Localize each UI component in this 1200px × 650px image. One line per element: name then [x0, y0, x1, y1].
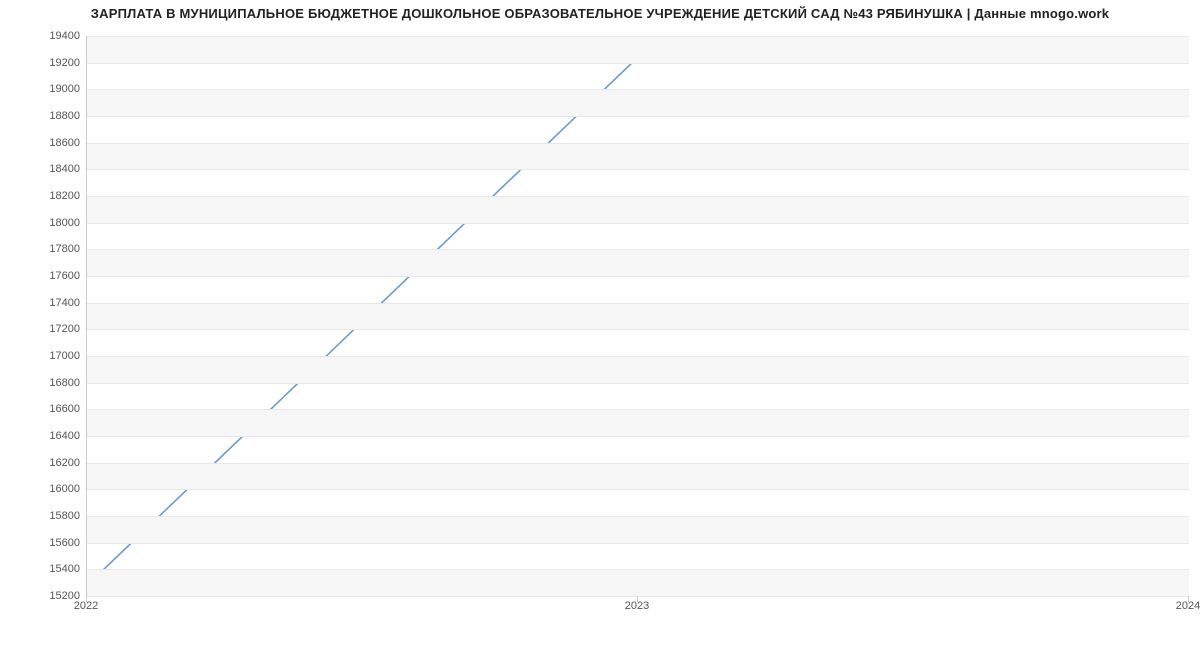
grid-band — [87, 463, 1189, 490]
y-grid-line — [87, 303, 1189, 304]
y-tick-label: 17600 — [10, 270, 80, 282]
grid-band — [87, 196, 1189, 223]
y-grid-line — [87, 276, 1189, 277]
y-tick-label: 15600 — [10, 537, 80, 549]
y-grid-line — [87, 329, 1189, 330]
grid-band — [87, 303, 1189, 330]
y-grid-line — [87, 63, 1189, 64]
y-tick-label: 17200 — [10, 323, 80, 335]
y-tick-label: 18600 — [10, 137, 80, 149]
y-grid-line — [87, 356, 1189, 357]
y-tick-label: 19200 — [10, 57, 80, 69]
grid-band — [87, 89, 1189, 116]
y-tick-label: 18400 — [10, 163, 80, 175]
y-grid-line — [87, 516, 1189, 517]
grid-band — [87, 36, 1189, 63]
y-tick-label: 16600 — [10, 403, 80, 415]
y-tick-label: 17800 — [10, 243, 80, 255]
y-grid-line — [87, 489, 1189, 490]
y-grid-line — [87, 436, 1189, 437]
y-tick-label: 19000 — [10, 83, 80, 95]
y-tick-label: 17000 — [10, 350, 80, 362]
y-tick-label: 18000 — [10, 217, 80, 229]
y-grid-line — [87, 569, 1189, 570]
y-tick-label: 15400 — [10, 563, 80, 575]
grid-band — [87, 409, 1189, 436]
y-grid-line — [87, 89, 1189, 90]
grid-band — [87, 249, 1189, 276]
y-tick-label: 15200 — [10, 590, 80, 602]
salary-line-chart: ЗАРПЛАТА В МУНИЦИПАЛЬНОЕ БЮДЖЕТНОЕ ДОШКО… — [0, 0, 1200, 650]
y-tick-label: 16400 — [10, 430, 80, 442]
plot-area — [86, 36, 1189, 597]
y-grid-line — [87, 249, 1189, 250]
y-grid-line — [87, 116, 1189, 117]
y-grid-line — [87, 223, 1189, 224]
y-tick-label: 16000 — [10, 483, 80, 495]
y-grid-line — [87, 143, 1189, 144]
y-tick-label: 15800 — [10, 510, 80, 522]
grid-band — [87, 143, 1189, 170]
y-tick-label: 19400 — [10, 30, 80, 42]
y-grid-line — [87, 196, 1189, 197]
y-grid-line — [87, 36, 1189, 37]
x-tick-label: 2023 — [625, 600, 649, 612]
y-grid-line — [87, 169, 1189, 170]
y-tick-label: 17400 — [10, 297, 80, 309]
y-tick-label: 18200 — [10, 190, 80, 202]
grid-band — [87, 356, 1189, 383]
y-grid-line — [87, 383, 1189, 384]
y-grid-line — [87, 596, 1189, 597]
grid-band — [87, 569, 1189, 596]
y-grid-line — [87, 543, 1189, 544]
grid-band — [87, 516, 1189, 543]
x-tick-label: 2024 — [1176, 600, 1200, 612]
y-grid-line — [87, 409, 1189, 410]
y-tick-label: 16800 — [10, 377, 80, 389]
x-tick-label: 2022 — [74, 600, 98, 612]
y-tick-label: 16200 — [10, 457, 80, 469]
y-grid-line — [87, 463, 1189, 464]
chart-title: ЗАРПЛАТА В МУНИЦИПАЛЬНОЕ БЮДЖЕТНОЕ ДОШКО… — [0, 6, 1200, 21]
y-tick-label: 18800 — [10, 110, 80, 122]
